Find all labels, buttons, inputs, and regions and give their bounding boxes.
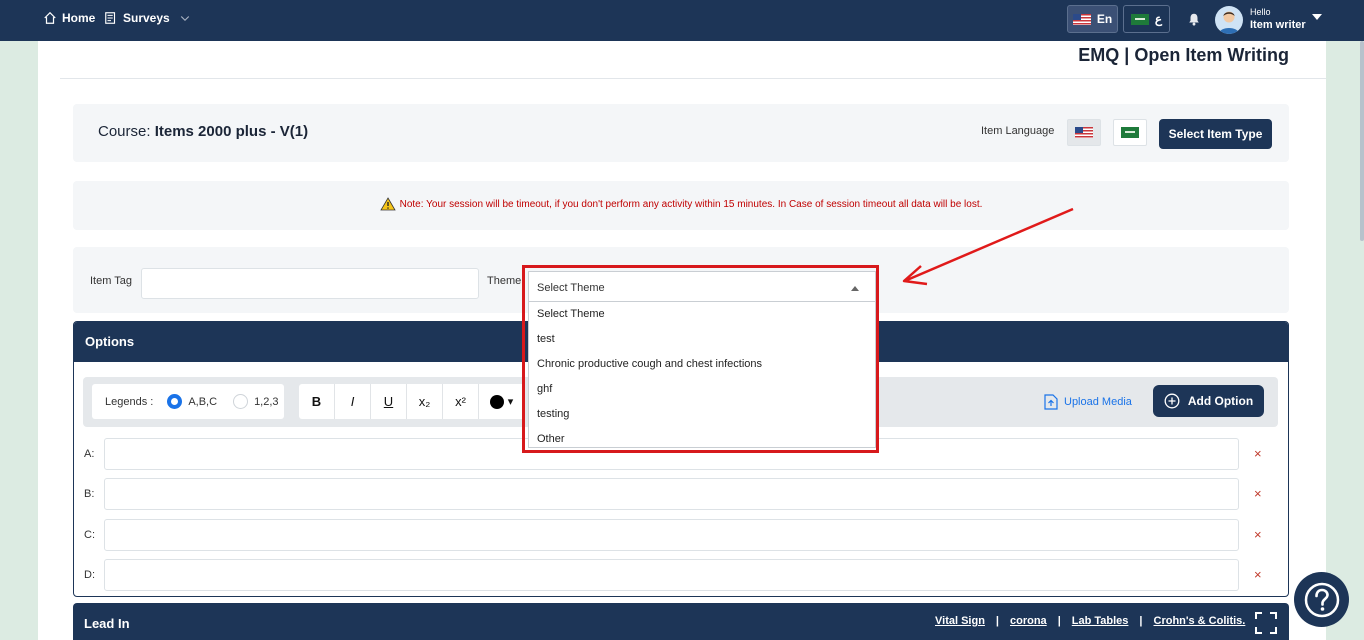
course-heading: Course: Items 2000 plus - V(1) bbox=[98, 123, 308, 140]
lead-in-title: Lead In bbox=[84, 616, 130, 631]
page-title: EMQ | Open Item Writing bbox=[1078, 45, 1289, 65]
course-name: Items 2000 plus - V(1) bbox=[154, 123, 309, 140]
lead-in-section: Lead In Vital Sign | corona | Lab Tables… bbox=[73, 603, 1289, 640]
remove-option-icon[interactable]: × bbox=[1254, 527, 1262, 542]
upload-media-link[interactable]: Upload Media bbox=[1044, 394, 1132, 410]
text-color-button[interactable]: ▾ bbox=[479, 384, 525, 419]
add-option-label: Add Option bbox=[1187, 394, 1254, 408]
upload-media-label: Upload Media bbox=[1064, 396, 1132, 408]
bold-button[interactable]: B bbox=[299, 384, 335, 419]
theme-selected-value: Select Theme bbox=[537, 282, 605, 294]
link-separator: | bbox=[995, 615, 999, 627]
option-row: D: × bbox=[74, 559, 1288, 591]
chevron-down-icon bbox=[180, 16, 189, 22]
lang-ar-label: ع bbox=[1154, 12, 1163, 26]
greeting-text: Hello bbox=[1250, 7, 1271, 17]
option-input[interactable] bbox=[104, 559, 1239, 591]
legends-group: Legends : A,B,C 1,2,3 bbox=[92, 384, 284, 419]
session-note-panel: Note: Your session will be timeout, if y… bbox=[73, 181, 1289, 230]
lang-ar-button[interactable]: ع bbox=[1123, 5, 1170, 33]
nav-surveys-label: Surveys bbox=[123, 11, 170, 25]
remove-option-icon[interactable]: × bbox=[1254, 567, 1262, 582]
item-tag-input[interactable] bbox=[141, 268, 479, 299]
caret-up-icon bbox=[851, 286, 859, 291]
user-name[interactable]: Item writer bbox=[1250, 19, 1306, 31]
link-separator: | bbox=[1057, 615, 1061, 627]
link-separator: | bbox=[1139, 615, 1143, 627]
option-label: B: bbox=[84, 488, 95, 500]
option-input[interactable] bbox=[104, 478, 1239, 510]
item-language-label: Item Language bbox=[981, 125, 1055, 137]
legend-abc-label: A,B,C bbox=[188, 395, 218, 408]
upload-file-icon bbox=[1044, 394, 1058, 410]
annotation-arrow-icon bbox=[902, 207, 1074, 286]
remove-option-icon[interactable]: × bbox=[1254, 446, 1262, 461]
underline-button[interactable]: U bbox=[371, 384, 407, 419]
user-avatar-icon bbox=[1219, 11, 1239, 34]
legends-label: Legends : bbox=[105, 395, 154, 408]
page-scrollbar[interactable] bbox=[1360, 41, 1364, 241]
user-menu-caret-icon[interactable] bbox=[1312, 14, 1322, 20]
fullscreen-icon[interactable] bbox=[1255, 612, 1277, 634]
nav-home-label: Home bbox=[62, 11, 96, 25]
theme-option[interactable]: testing bbox=[529, 402, 875, 427]
us-flag-icon bbox=[1072, 13, 1091, 25]
option-row: C: × bbox=[74, 519, 1288, 551]
course-label: Course: bbox=[98, 123, 151, 140]
item-language-ar-button[interactable] bbox=[1113, 119, 1147, 146]
question-icon bbox=[1304, 582, 1339, 617]
superscript-button[interactable]: x² bbox=[443, 384, 479, 419]
vital-sign-link[interactable]: Vital Sign bbox=[935, 615, 985, 627]
theme-options-list: Select Theme test Chronic productive cou… bbox=[528, 301, 876, 448]
bell-icon[interactable] bbox=[1187, 12, 1201, 26]
lang-en-button[interactable]: En bbox=[1067, 5, 1118, 33]
lead-in-links: Vital Sign | corona | Lab Tables | Crohn… bbox=[935, 615, 1245, 627]
help-button[interactable] bbox=[1294, 572, 1349, 627]
corona-link[interactable]: corona bbox=[1010, 615, 1047, 627]
course-panel: Course: Items 2000 plus - V(1) Item Lang… bbox=[73, 104, 1289, 162]
theme-select[interactable]: Select Theme bbox=[528, 271, 876, 302]
color-caret: ▾ bbox=[507, 396, 514, 408]
legend-abc-radio[interactable] bbox=[167, 394, 183, 409]
option-label: A: bbox=[84, 448, 95, 460]
legend-123-label: 1,2,3 bbox=[254, 395, 279, 408]
item-tag-label: Item Tag bbox=[90, 275, 132, 287]
crohns-colitis-link[interactable]: Crohn's & Colitis. bbox=[1154, 615, 1246, 627]
option-row: B: × bbox=[74, 478, 1288, 510]
nav-surveys[interactable]: Surveys bbox=[104, 11, 191, 25]
sa-flag-icon bbox=[1130, 13, 1149, 25]
item-language-en-button[interactable] bbox=[1067, 119, 1101, 146]
us-flag-icon bbox=[1075, 127, 1093, 138]
theme-option[interactable]: ghf bbox=[529, 377, 875, 402]
survey-icon bbox=[105, 12, 116, 24]
plus-circle-icon bbox=[1164, 393, 1180, 409]
theme-option[interactable]: Other bbox=[529, 427, 875, 452]
theme-option[interactable]: Select Theme bbox=[529, 302, 875, 327]
option-input[interactable] bbox=[104, 519, 1239, 551]
lab-tables-link[interactable]: Lab Tables bbox=[1072, 615, 1129, 627]
option-label: D: bbox=[84, 569, 95, 581]
remove-option-icon[interactable]: × bbox=[1254, 486, 1262, 501]
warning-icon bbox=[379, 197, 396, 211]
nav-home[interactable]: Home bbox=[43, 11, 95, 25]
session-note: Note: Your session will be timeout, if y… bbox=[73, 197, 1289, 211]
legend-123-radio[interactable] bbox=[233, 394, 249, 409]
subscript-button[interactable]: x₂ bbox=[407, 384, 443, 419]
italic-button[interactable]: I bbox=[335, 384, 371, 419]
avatar[interactable] bbox=[1215, 6, 1243, 34]
theme-option[interactable]: Chronic productive cough and chest infec… bbox=[529, 352, 875, 377]
add-option-button[interactable]: Add Option bbox=[1153, 385, 1264, 417]
sa-flag-icon bbox=[1121, 127, 1139, 138]
select-item-type-button[interactable]: Select Item Type bbox=[1159, 119, 1272, 149]
theme-dropdown-highlight: Select Theme Select Theme test Chronic p… bbox=[522, 265, 879, 453]
home-icon bbox=[44, 11, 56, 24]
theme-option[interactable]: test bbox=[529, 327, 875, 352]
option-label: C: bbox=[84, 529, 95, 541]
title-divider bbox=[60, 78, 1326, 79]
color-swatch-icon bbox=[489, 394, 504, 409]
top-navbar: Home Surveys En ع Hello Item writer bbox=[0, 0, 1364, 41]
theme-label: Theme bbox=[487, 275, 522, 287]
lang-en-label: En bbox=[1096, 12, 1113, 26]
